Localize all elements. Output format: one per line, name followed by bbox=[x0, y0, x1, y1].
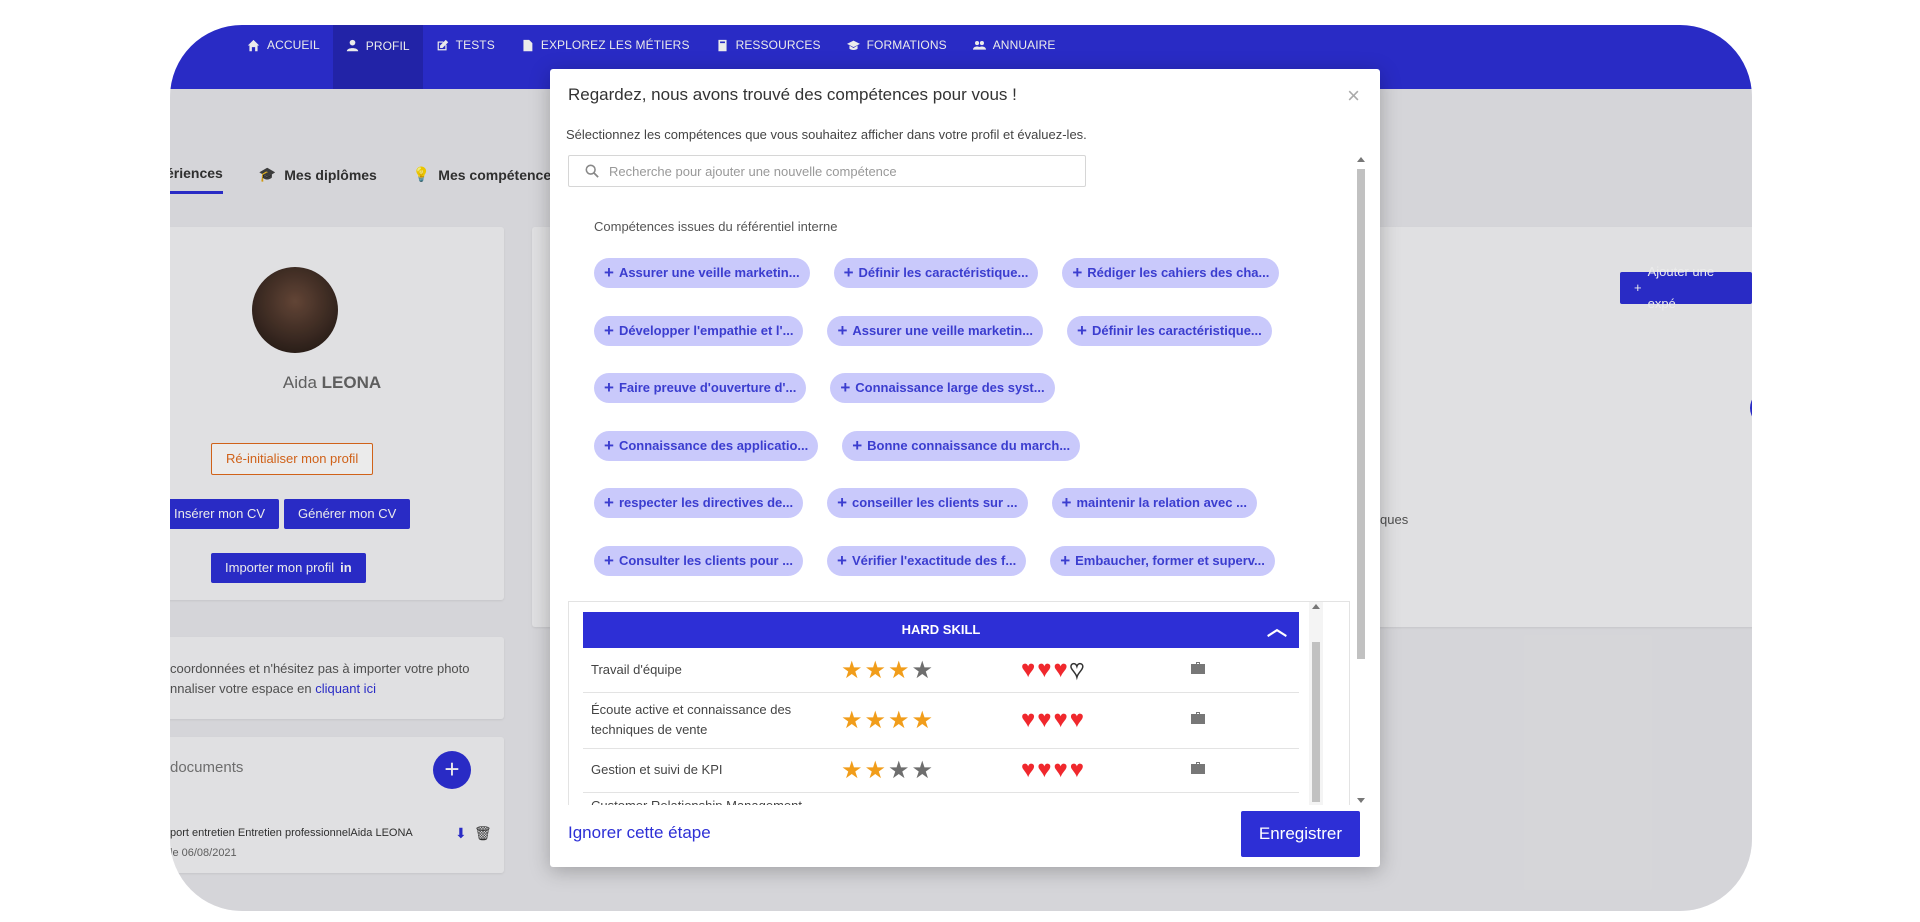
skill-name: Gestion et suivi de KPI bbox=[591, 762, 723, 777]
heart-icon[interactable]: ♥ bbox=[1037, 756, 1051, 784]
table-row: Gestion et suivi de KPI ★ ★ ★ ★ ♥ ♥ ♥ ♥ bbox=[583, 748, 1299, 793]
heart-icon[interactable]: ♥ bbox=[1037, 706, 1051, 734]
star-icon[interactable]: ★ bbox=[865, 706, 887, 735]
skill-chip[interactable]: + Assurer une veille marketin... bbox=[594, 258, 810, 288]
star-icon[interactable]: ★ bbox=[865, 756, 887, 785]
briefcase-icon[interactable] bbox=[1191, 711, 1205, 729]
heart-icon[interactable]: ♥ bbox=[1037, 656, 1051, 684]
chip-row: + Développer l'empathie et l'... + Assurer… bbox=[594, 316, 1272, 346]
star-rating[interactable]: ★ ★ ★ ★ bbox=[841, 756, 1021, 785]
hard-skill-header[interactable]: HARD SKILL ︿ bbox=[583, 612, 1299, 648]
star-icon[interactable]: ★ bbox=[912, 756, 934, 785]
modal-footer: Ignorer cette étape Enregistrer bbox=[550, 799, 1380, 867]
modal-subtitle: Sélectionnez les compétences que vous so… bbox=[566, 127, 1087, 142]
table-row: Écoute active et connaissance des techni… bbox=[583, 692, 1299, 749]
skill-chip[interactable]: + Assurer une veille marketin... bbox=[827, 316, 1044, 346]
plus-icon: + bbox=[1061, 493, 1072, 512]
plus-icon: + bbox=[1077, 321, 1087, 340]
star-icon[interactable]: ★ bbox=[841, 706, 863, 735]
skill-chip[interactable]: + respecter les directives de... bbox=[594, 488, 804, 518]
heart-icon[interactable]: ♥ bbox=[1021, 756, 1035, 784]
skill-chip[interactable]: + Définir les caractéristique... bbox=[833, 258, 1039, 288]
plus-icon: + bbox=[1060, 551, 1071, 570]
star-icon[interactable]: ★ bbox=[888, 656, 910, 685]
close-icon[interactable]: × bbox=[1347, 83, 1360, 109]
skill-chip[interactable]: + Embaucher, former et superv... bbox=[1050, 546, 1275, 576]
search-placeholder: Recherche pour ajouter une nouvelle comp… bbox=[609, 163, 897, 179]
heart-icon[interactable]: ♥ bbox=[1021, 656, 1035, 684]
scroll-thumb[interactable] bbox=[1312, 642, 1320, 802]
star-rating[interactable]: ★ ★ ★ ★ bbox=[841, 706, 1021, 735]
star-icon[interactable]: ★ bbox=[888, 756, 910, 785]
plus-icon: + bbox=[1072, 263, 1083, 282]
skill-chip[interactable]: + conseiller les clients sur ... bbox=[827, 488, 1028, 518]
skill-chip[interactable]: + Faire preuve d'ouverture d'... bbox=[594, 373, 807, 403]
skills-modal: Regardez, nous avons trouvé des compéten… bbox=[550, 69, 1380, 867]
scroll-up-arrow[interactable] bbox=[1312, 604, 1320, 609]
chip-row: + Faire preuve d'ouverture d'... + Connais… bbox=[594, 373, 1055, 403]
scroll-up-arrow[interactable] bbox=[1357, 157, 1365, 162]
modal-scrollbar[interactable] bbox=[1356, 155, 1366, 805]
skill-chip[interactable]: + Consulter les clients pour ... bbox=[594, 546, 804, 576]
heart-icon[interactable]: ♥ bbox=[1021, 706, 1035, 734]
star-icon[interactable]: ★ bbox=[841, 756, 863, 785]
skill-chip[interactable]: + Développer l'empathie et l'... bbox=[594, 316, 804, 346]
chip-row: + Assurer une veille marketin... + Définir… bbox=[594, 258, 1280, 288]
skill-chip[interactable]: + Bonne connaissance du march... bbox=[842, 431, 1081, 461]
heart-rating[interactable]: ♥ ♥ ♥ ♥ bbox=[1021, 706, 1191, 734]
heart-icon[interactable]: ♥ bbox=[1054, 756, 1068, 784]
heart-icon[interactable]: ♥ bbox=[1054, 706, 1068, 734]
skill-chip[interactable]: + Vérifier l'exactitude des f... bbox=[827, 546, 1027, 576]
chip-row: + Consulter les clients pour ... + Vérifie… bbox=[594, 546, 1275, 576]
skill-chip[interactable]: + Connaissance des applicatio... bbox=[594, 431, 819, 461]
plus-icon: + bbox=[604, 493, 614, 512]
heart-icon[interactable]: ♥ bbox=[1069, 655, 1085, 684]
plus-icon: + bbox=[604, 378, 614, 397]
table-scrollbar[interactable] bbox=[1309, 602, 1323, 805]
star-icon[interactable]: ★ bbox=[888, 706, 910, 735]
plus-icon: + bbox=[837, 551, 847, 570]
skill-chip[interactable]: + Rédiger les cahiers des cha... bbox=[1062, 258, 1280, 288]
chevron-up-icon[interactable]: ︿ bbox=[1267, 612, 1287, 646]
search-icon bbox=[585, 164, 599, 178]
plus-icon: + bbox=[837, 321, 848, 340]
chip-row: + respecter les directives de... + conseil… bbox=[594, 488, 1257, 518]
modal-body: Recherche pour ajouter une nouvelle comp… bbox=[568, 155, 1358, 805]
plus-icon: + bbox=[604, 551, 614, 570]
skill-chip[interactable]: + maintenir la relation avec ... bbox=[1051, 488, 1257, 518]
ignore-step-link[interactable]: Ignorer cette étape bbox=[568, 823, 711, 843]
plus-icon: + bbox=[852, 436, 863, 455]
save-button[interactable]: Enregistrer bbox=[1240, 811, 1360, 857]
plus-icon: + bbox=[604, 263, 614, 282]
plus-icon: + bbox=[604, 436, 614, 455]
star-icon[interactable]: ★ bbox=[912, 656, 934, 685]
referential-label: Compétences issues du référentiel intern… bbox=[594, 219, 838, 234]
skill-chip[interactable]: + Définir les caractéristique... bbox=[1067, 316, 1272, 346]
skill-name: Travail d'équipe bbox=[591, 662, 682, 677]
plus-icon: + bbox=[843, 263, 854, 282]
star-icon[interactable]: ★ bbox=[912, 706, 934, 735]
heart-icon[interactable]: ♥ bbox=[1070, 756, 1084, 784]
briefcase-icon[interactable] bbox=[1191, 661, 1205, 679]
hard-skill-table: HARD SKILL ︿ Travail d'équipe ★ ★ ★ ★ ♥ ♥ ♥ ♥ … bbox=[568, 601, 1350, 805]
skill-search-input[interactable]: Recherche pour ajouter une nouvelle comp… bbox=[568, 155, 1086, 187]
heart-rating[interactable]: ♥ ♥ ♥ ♥ bbox=[1021, 655, 1191, 684]
heart-icon[interactable]: ♥ bbox=[1070, 706, 1084, 734]
plus-icon: + bbox=[840, 378, 851, 397]
scroll-thumb[interactable] bbox=[1357, 169, 1365, 659]
briefcase-icon[interactable] bbox=[1191, 761, 1205, 779]
skill-chip[interactable]: + Connaissance large des syst... bbox=[830, 373, 1055, 403]
star-rating[interactable]: ★ ★ ★ ★ bbox=[841, 656, 1021, 685]
skill-name: Écoute active et connaissance des techni… bbox=[591, 702, 792, 737]
chip-row: + Connaissance des applicatio... + Bonne c… bbox=[594, 431, 1081, 461]
plus-icon: + bbox=[837, 493, 848, 512]
table-row: Travail d'équipe ★ ★ ★ ★ ♥ ♥ ♥ ♥ bbox=[583, 648, 1299, 693]
plus-icon: + bbox=[604, 321, 614, 340]
modal-title: Regardez, nous avons trouvé des compéten… bbox=[568, 85, 1017, 104]
heart-icon[interactable]: ♥ bbox=[1054, 656, 1068, 684]
star-icon[interactable]: ★ bbox=[841, 656, 863, 685]
heart-rating[interactable]: ♥ ♥ ♥ ♥ bbox=[1021, 756, 1191, 784]
star-icon[interactable]: ★ bbox=[865, 656, 887, 685]
